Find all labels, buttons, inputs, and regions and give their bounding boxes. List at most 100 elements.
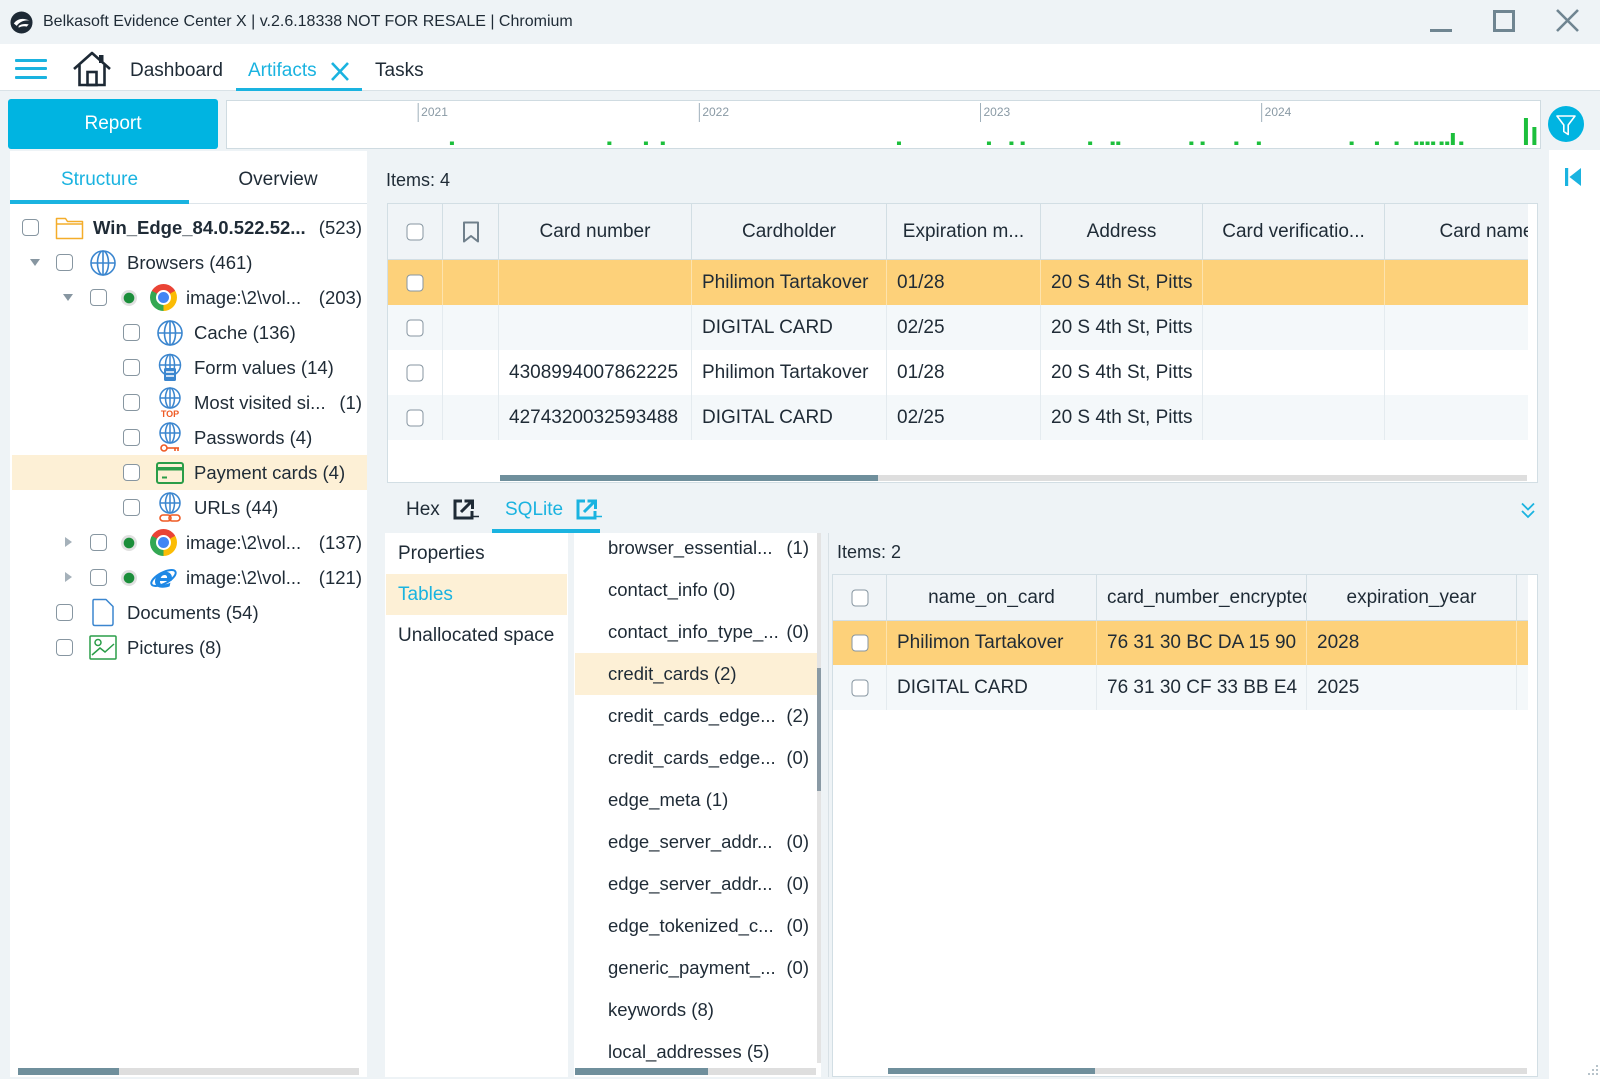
list-item-table[interactable]: generic_payment_... (0) xyxy=(575,947,817,989)
timeline-chart[interactable]: 2021 2022 2023 2024 xyxy=(227,101,1540,148)
tab-dashboard[interactable]: Dashboard xyxy=(130,56,223,86)
tree-checkbox[interactable] xyxy=(123,359,140,376)
home-button[interactable] xyxy=(71,50,113,88)
row-checkbox[interactable] xyxy=(851,679,868,696)
timeline-event-bar[interactable] xyxy=(1394,141,1399,146)
minimize-button[interactable] xyxy=(1419,0,1463,44)
table-row[interactable]: Philimon Tartakover 01/28 20 S 4th St, P… xyxy=(388,260,1528,305)
scrollbar-thumb[interactable] xyxy=(888,1068,1095,1074)
table-row[interactable]: DIGITAL CARD 76 31 30 CF 33 BB E4 2025 xyxy=(833,665,1528,710)
tree-item-image-source[interactable]: image:\2\vol... (137) xyxy=(10,525,367,560)
timeline-event-bar[interactable] xyxy=(1200,141,1205,146)
tree-item-cache[interactable]: Cache (136) xyxy=(10,315,367,350)
column-header-card-verification[interactable]: Card verificatio... xyxy=(1203,204,1385,259)
row-checkbox[interactable] xyxy=(406,319,424,336)
column-header-card-number-encrypted[interactable]: card_number_encrypted xyxy=(1097,575,1307,620)
column-header-cardholder[interactable]: Cardholder xyxy=(692,204,887,259)
timeline-event-bar[interactable] xyxy=(1414,141,1419,146)
tree-checkbox[interactable] xyxy=(123,429,140,446)
bookmark-cell[interactable] xyxy=(443,395,499,440)
list-item-table[interactable]: credit_cards_edge... (2) xyxy=(575,695,817,737)
timeline-event-bar[interactable] xyxy=(1009,141,1014,146)
timeline-event-bar[interactable] xyxy=(1116,141,1121,146)
timeline-event-bar[interactable] xyxy=(1419,141,1424,146)
report-button[interactable]: Report xyxy=(8,99,218,149)
scrollbar-thumb[interactable] xyxy=(817,668,821,791)
tree-horizontal-scrollbar[interactable] xyxy=(18,1068,359,1075)
row-checkbox[interactable] xyxy=(406,274,424,291)
row-checkbox[interactable] xyxy=(406,409,424,426)
list-item-table[interactable]: contact_info_type_... (0) xyxy=(575,611,817,653)
timeline-event-bar[interactable] xyxy=(660,141,665,146)
tree-item-most-visited[interactable]: TOP Most visited si... (1) xyxy=(10,385,367,420)
timeline-event-bar[interactable] xyxy=(607,141,612,146)
tree-item-image-source[interactable]: image:\2\vol... (203) xyxy=(10,280,367,315)
tree-item-documents[interactable]: Documents (54) xyxy=(10,595,367,630)
timeline-event-bar[interactable] xyxy=(1374,141,1379,146)
open-external-icon[interactable] xyxy=(452,498,479,521)
menu-button[interactable] xyxy=(13,56,49,82)
tree-checkbox[interactable] xyxy=(123,394,140,411)
timeline-event-bar[interactable] xyxy=(1532,127,1537,145)
scrollbar-thumb[interactable] xyxy=(18,1068,119,1075)
list-item-table-selected[interactable]: credit_cards (2) xyxy=(575,653,817,695)
nav-item-properties[interactable]: Properties xyxy=(386,533,567,574)
tab-overview[interactable]: Overview xyxy=(189,151,367,208)
list-item-table[interactable]: contact_info (0) xyxy=(575,569,817,611)
maximize-button[interactable] xyxy=(1482,0,1526,44)
list-item-table[interactable]: edge_meta (1) xyxy=(575,779,817,821)
nav-item-tables[interactable]: Tables xyxy=(386,574,567,615)
timeline-event-bar[interactable] xyxy=(1425,141,1430,146)
records-horizontal-scrollbar[interactable] xyxy=(888,1068,1527,1074)
close-tab-artifacts-button[interactable] xyxy=(327,59,353,85)
timeline-event-bar[interactable] xyxy=(896,141,901,146)
column-header-address[interactable]: Address xyxy=(1041,204,1203,259)
collapse-arrow-icon[interactable] xyxy=(30,259,40,266)
tab-hex[interactable]: Hex xyxy=(406,495,440,525)
tree-checkbox[interactable] xyxy=(90,534,107,551)
table-row[interactable]: DIGITAL CARD 02/25 20 S 4th St, Pitts xyxy=(388,305,1528,350)
tree-checkbox[interactable] xyxy=(56,254,73,271)
timeline-event-bar[interactable] xyxy=(1450,133,1455,145)
timeline-event-bar[interactable] xyxy=(1088,141,1093,146)
row-checkbox[interactable] xyxy=(406,364,424,381)
bookmark-cell[interactable] xyxy=(443,260,499,305)
list-item-table[interactable]: edge_tokenized_c... (0) xyxy=(575,905,817,947)
column-header-card-name[interactable]: Card name xyxy=(1385,204,1528,259)
list-item-table[interactable]: edge_server_addr... (0) xyxy=(575,821,817,863)
column-header-name-on-card[interactable]: name_on_card xyxy=(887,575,1097,620)
tree-checkbox[interactable] xyxy=(90,569,107,586)
list-item-table[interactable]: keywords (8) xyxy=(575,989,817,1031)
tree-checkbox[interactable] xyxy=(123,324,140,341)
timeline-event-bar[interactable] xyxy=(1110,141,1115,146)
timeline-event-bar[interactable] xyxy=(1439,141,1444,146)
tree-item-passwords[interactable]: Passwords (4) xyxy=(10,420,367,455)
column-header-card-number[interactable]: Card number xyxy=(499,204,692,259)
table-row[interactable]: 4308994007862225 Philimon Tartakover 01/… xyxy=(388,350,1528,395)
tree-item-urls[interactable]: URLs (44) xyxy=(10,490,367,525)
tab-sqlite[interactable]: SQLite xyxy=(505,495,563,525)
table-row[interactable]: 4274320032593488 DIGITAL CARD 02/25 20 S… xyxy=(388,395,1528,440)
timeline-event-bar[interactable] xyxy=(1189,141,1194,146)
scrollbar-thumb[interactable] xyxy=(500,475,878,481)
tables-horizontal-scrollbar[interactable] xyxy=(575,1068,816,1075)
expand-arrow-icon[interactable] xyxy=(65,572,72,582)
tab-tasks[interactable]: Tasks xyxy=(375,56,424,86)
timeline-event-bar[interactable] xyxy=(1523,118,1528,145)
nav-item-unallocated-space[interactable]: Unallocated space xyxy=(386,615,567,656)
list-item-table[interactable]: edge_server_addr... (0) xyxy=(575,863,817,905)
timeline-event-bar[interactable] xyxy=(1234,141,1239,146)
close-button[interactable] xyxy=(1545,0,1589,44)
row-checkbox[interactable] xyxy=(851,634,868,652)
expand-arrow-icon[interactable] xyxy=(65,537,72,547)
list-item-table[interactable]: browser_essential... (1) xyxy=(575,533,817,569)
list-item-table[interactable]: credit_cards_edge... (0) xyxy=(575,737,817,779)
timeline-event-bar[interactable] xyxy=(986,141,991,146)
filter-button[interactable] xyxy=(1548,106,1584,142)
tree-checkbox[interactable] xyxy=(56,639,73,656)
resize-grip-icon[interactable] xyxy=(1587,1064,1599,1076)
tree-item-pictures[interactable]: Pictures (8) xyxy=(10,630,367,665)
column-header-next[interactable] xyxy=(1517,575,1528,620)
tree-checkbox[interactable] xyxy=(90,289,107,306)
tree-checkbox[interactable] xyxy=(123,464,140,481)
